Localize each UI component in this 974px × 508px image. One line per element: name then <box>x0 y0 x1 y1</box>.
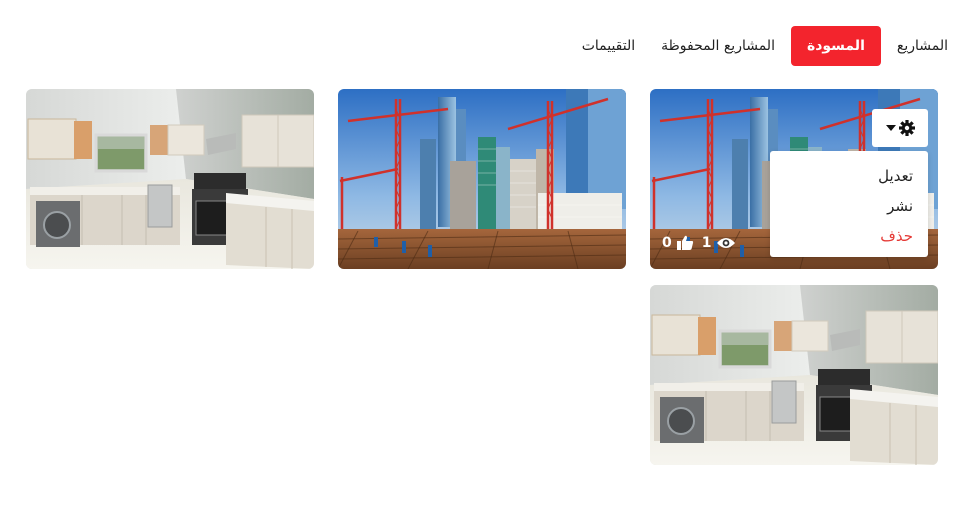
menu-item-delete[interactable]: حذف <box>770 221 928 251</box>
tab-saved-projects[interactable]: المشاريع المحفوظة <box>651 26 785 66</box>
project-thumbnail <box>338 89 626 269</box>
eye-icon <box>716 238 735 248</box>
project-thumbnail <box>650 285 938 465</box>
menu-item-publish[interactable]: نشر <box>770 191 928 221</box>
settings-dropdown-button[interactable] <box>872 109 928 147</box>
project-card-2[interactable] <box>338 89 626 269</box>
project-card-3[interactable] <box>26 89 314 269</box>
tab-drafts[interactable]: المسودة <box>790 26 881 66</box>
tab-projects[interactable]: المشاريع <box>887 26 950 66</box>
caret-down-icon <box>885 125 896 131</box>
menu-item-edit[interactable]: تعديل <box>770 161 928 191</box>
project-thumbnail <box>26 89 314 269</box>
tab-bar: المشاريع المسودة المشاريع المحفوظة التقي… <box>0 26 950 66</box>
tab-ratings[interactable]: التقييمات <box>572 26 645 66</box>
project-stats: 0 1 <box>662 235 736 251</box>
project-card-4[interactable] <box>650 285 938 465</box>
settings-dropdown-menu: تعديل نشر حذف <box>770 151 928 257</box>
project-card-1[interactable]: 0 1 تعديل نشر حذف <box>650 89 938 269</box>
thumbs-up-icon <box>676 235 693 250</box>
gear-icon <box>898 120 915 136</box>
views-count: 1 <box>701 235 712 251</box>
likes-count: 0 <box>662 235 672 251</box>
